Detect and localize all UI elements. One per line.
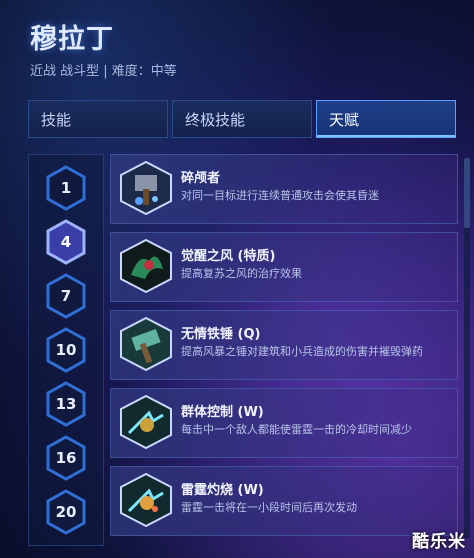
level-button-4[interactable]: 4 (45, 219, 87, 265)
level-label: 16 (55, 449, 77, 467)
tab-label: 天赋 (329, 110, 360, 129)
talent-row[interactable]: 觉醒之风 (特质) 提高复苏之风的治疗效果 (110, 232, 458, 302)
talent-row[interactable]: 无情铁锤 (Q) 提高风暴之锤对建筑和小兵造成的伤害并摧毁弹药 (110, 310, 458, 380)
watermark-logo: 酷乐米 (412, 532, 466, 552)
skull-crusher-icon (119, 160, 173, 216)
talent-name: 无情铁锤 (Q) (181, 327, 261, 342)
talent-description: 对同一目标进行连续普通攻击会使其昏迷 (181, 189, 379, 202)
talent-name: 碎颅者 (181, 171, 221, 186)
level-button-7[interactable]: 7 (45, 273, 87, 319)
talent-description: 雷霆一击将在一小段时间后再次发动 (181, 501, 357, 514)
tab-label: 技能 (41, 110, 72, 129)
thunderclap-icon (119, 394, 173, 450)
level-button-10[interactable]: 10 (45, 327, 87, 373)
talent-description: 每击中一个敌人都能使雷霆一击的冷却时间减少 (181, 423, 412, 436)
level-label: 1 (60, 179, 72, 197)
talent-name: 雷霆灼烧 (W) (181, 483, 264, 498)
tab-heroics[interactable]: 终极技能 (172, 100, 312, 138)
talent-level-column: 1 4 7 10 13 16 20 (28, 154, 104, 546)
scrollbar[interactable] (464, 158, 470, 538)
level-button-20[interactable]: 20 (45, 489, 87, 535)
level-button-16[interactable]: 16 (45, 435, 87, 481)
storm-hammer-icon (119, 316, 173, 372)
talent-description: 提高复苏之风的治疗效果 (181, 267, 302, 280)
hero-header: 穆拉丁 近战 战斗型 | 难度：中等 (30, 22, 177, 79)
tab-label: 终极技能 (185, 110, 246, 129)
talent-name: 群体控制 (W) (181, 405, 264, 420)
level-button-1[interactable]: 1 (45, 165, 87, 211)
level-label: 10 (55, 341, 77, 359)
talent-row[interactable]: 雷霆灼烧 (W) 雷霆一击将在一小段时间后再次发动 (110, 466, 458, 536)
level-button-13[interactable]: 13 (45, 381, 87, 427)
level-label: 4 (60, 233, 72, 251)
tab-talents[interactable]: 天赋 (316, 100, 456, 138)
level-label: 13 (55, 395, 77, 413)
tab-abilities[interactable]: 技能 (28, 100, 168, 138)
talent-row[interactable]: 碎颅者 对同一目标进行连续普通攻击会使其昏迷 (110, 154, 458, 224)
level-label: 20 (55, 503, 77, 521)
scrollbar-thumb[interactable] (464, 158, 470, 228)
second-wind-icon (119, 238, 173, 294)
level-label: 7 (60, 287, 72, 305)
talent-description: 提高风暴之锤对建筑和小兵造成的伤害并摧毁弹药 (181, 345, 423, 358)
talent-name: 觉醒之风 (特质) (181, 249, 276, 264)
talent-row[interactable]: 群体控制 (W) 每击中一个敌人都能使雷霆一击的冷却时间减少 (110, 388, 458, 458)
hero-subtitle: 近战 战斗型 | 难度：中等 (30, 64, 177, 79)
thunderclap-burn-icon (119, 472, 173, 528)
tab-bar: 技能 终极技能 天赋 (28, 100, 468, 140)
hero-name: 穆拉丁 (30, 24, 114, 55)
